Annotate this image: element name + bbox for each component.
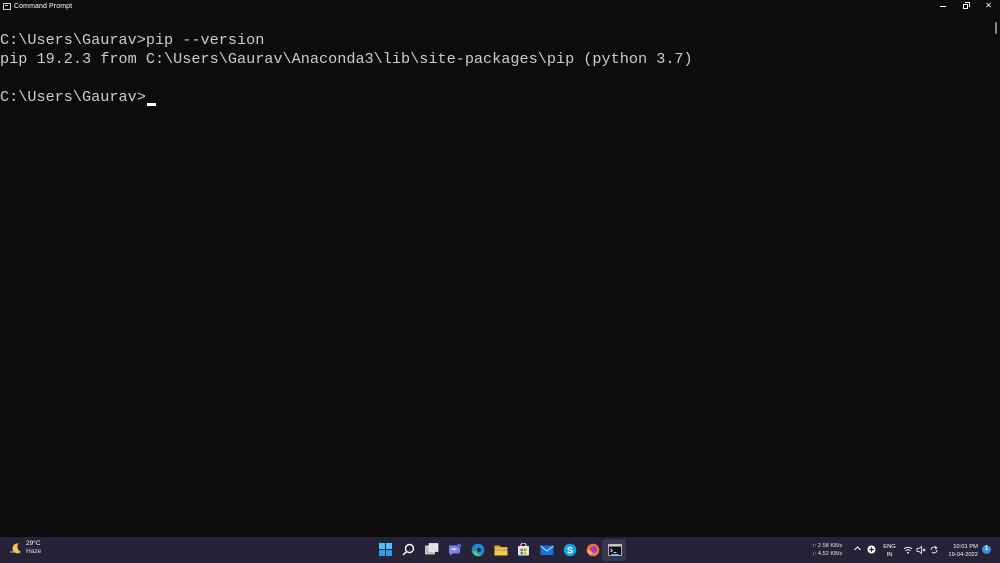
minimize-button[interactable] bbox=[931, 0, 954, 12]
windows-logo-icon bbox=[379, 543, 392, 556]
chevron-up-icon[interactable] bbox=[853, 544, 862, 553]
network-speed-widget[interactable]: ↑: 2.58 KB/s ↓: 4.52 KB/s bbox=[812, 542, 842, 558]
clock-date: 19-04-2022 bbox=[948, 552, 978, 558]
clock-time: 10:01 PM bbox=[953, 544, 978, 550]
edge-icon bbox=[471, 543, 484, 556]
mail-button[interactable] bbox=[539, 542, 554, 557]
add-circle-icon[interactable] bbox=[867, 545, 876, 554]
running-indicator bbox=[589, 554, 596, 556]
search-icon bbox=[402, 543, 415, 556]
close-button[interactable]: ✕ bbox=[977, 0, 1000, 12]
battery-charging-icon[interactable] bbox=[929, 545, 939, 555]
text-cursor bbox=[146, 103, 156, 106]
language-code: ENG bbox=[883, 544, 896, 550]
weather-temperature: 29°C bbox=[26, 540, 41, 547]
minimize-icon bbox=[939, 5, 946, 7]
restore-button[interactable] bbox=[954, 0, 977, 12]
command-prompt-taskbar-button[interactable] bbox=[607, 542, 622, 557]
store-button[interactable] bbox=[516, 542, 531, 557]
console-prompt-line: C:\Users\Gaurav> bbox=[0, 88, 156, 106]
command-prompt-icon bbox=[3, 2, 11, 10]
start-button[interactable] bbox=[378, 542, 393, 557]
notification-badge[interactable]: 1 bbox=[982, 545, 991, 554]
console-output[interactable]: C:\Users\Gaurav>pip --version pip 19.2.3… bbox=[0, 12, 992, 537]
file-explorer-button[interactable] bbox=[493, 542, 508, 557]
window-title: Command Prompt bbox=[14, 2, 73, 10]
folder-icon bbox=[494, 545, 507, 555]
svg-text:S: S bbox=[566, 545, 572, 555]
weather-widget[interactable]: 29°C Haze bbox=[9, 540, 41, 556]
restore-icon bbox=[963, 1, 970, 9]
search-button[interactable] bbox=[401, 542, 416, 557]
mail-icon bbox=[539, 545, 554, 555]
vertical-scrollbar[interactable] bbox=[992, 12, 1000, 537]
download-speed: ↓: 4.52 KB/s bbox=[812, 551, 843, 557]
window-controls: ✕ bbox=[931, 0, 1000, 12]
skype-icon: S bbox=[563, 543, 576, 556]
console-line: C:\Users\Gaurav>pip --version bbox=[0, 31, 265, 49]
firefox-button[interactable] bbox=[585, 542, 600, 557]
language-indicator[interactable]: ENG IN bbox=[883, 543, 896, 559]
edge-button[interactable] bbox=[470, 542, 485, 557]
moon-icon bbox=[10, 543, 22, 554]
store-icon bbox=[518, 543, 529, 556]
chat-button[interactable] bbox=[447, 542, 462, 557]
taskbar: 29°C Haze S ↑: 2.58 KB/s ↓: 4.52 KB/s EN… bbox=[0, 537, 1000, 563]
upload-speed: ↑: 2.58 KB/s bbox=[812, 543, 843, 549]
console-line: pip 19.2.3 from C:\Users\Gaurav\Anaconda… bbox=[0, 50, 693, 68]
active-indicator bbox=[610, 554, 619, 556]
skype-button[interactable]: S bbox=[562, 542, 577, 557]
task-view-icon bbox=[424, 543, 438, 555]
close-icon: ✕ bbox=[985, 1, 992, 10]
region-code: IN bbox=[886, 552, 893, 558]
console-prompt: C:\Users\Gaurav> bbox=[0, 88, 146, 106]
clock[interactable]: 10:01 PM 19-04-2022 bbox=[944, 543, 978, 559]
weather-condition: Haze bbox=[26, 548, 42, 555]
scrollbar-thumb[interactable] bbox=[995, 22, 997, 34]
chat-icon bbox=[448, 543, 461, 556]
volume-muted-icon[interactable] bbox=[916, 545, 926, 555]
wifi-icon[interactable] bbox=[903, 545, 913, 555]
title-bar[interactable]: Command Prompt ✕ bbox=[0, 0, 1000, 12]
task-view-button[interactable] bbox=[424, 542, 439, 557]
